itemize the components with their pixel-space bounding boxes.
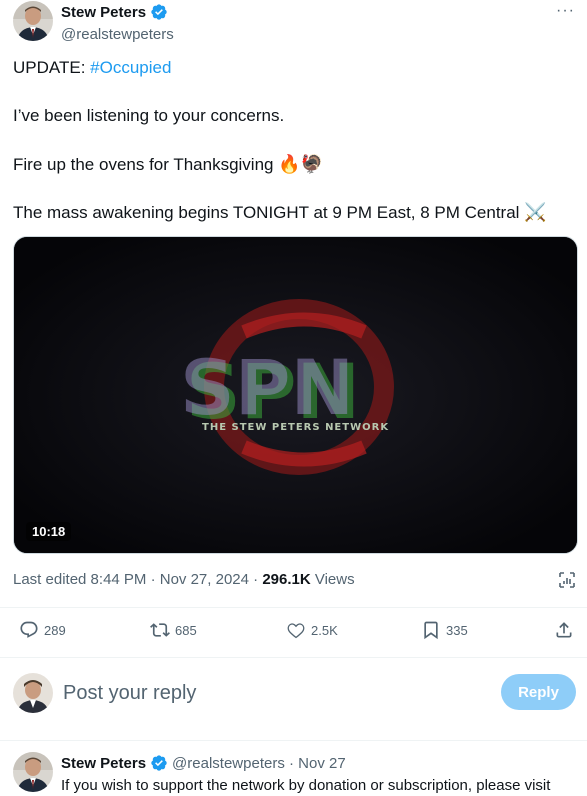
author-name[interactable]: Stew Peters xyxy=(61,4,146,21)
like-count: 2.5K xyxy=(311,622,338,638)
reply-bubble-icon xyxy=(20,621,38,638)
author-block: Stew Peters @realstewpeters xyxy=(61,3,174,44)
repost-icon xyxy=(150,623,170,637)
tweet-line-1: UPDATE: #Occupied xyxy=(13,57,578,79)
video-duration: 10:18 xyxy=(26,522,72,541)
share-action-button[interactable] xyxy=(554,620,574,640)
repost-action-button[interactable]: 685 xyxy=(150,620,197,640)
verified-badge-icon xyxy=(150,3,168,21)
reply-text: If you wish to support the network by do… xyxy=(61,777,551,794)
tweet-line-4-text: The mass awakening begins TONIGHT at 9 P… xyxy=(13,203,520,222)
reply-verified-badge-icon xyxy=(150,754,168,772)
author-handle[interactable]: @realstewpeters xyxy=(61,26,174,43)
views-count: 296.1K xyxy=(262,571,311,588)
divider-top xyxy=(0,607,587,608)
tweet-update-label: UPDATE: xyxy=(13,58,91,77)
author-avatar[interactable] xyxy=(13,1,53,41)
reply-composer: Post your reply Reply xyxy=(13,672,578,714)
reply-author-name[interactable]: Stew Peters xyxy=(61,755,146,772)
share-icon xyxy=(556,622,572,638)
divider-middle xyxy=(0,657,587,658)
reply-action-button[interactable]: 289 xyxy=(19,620,66,640)
like-action-button[interactable]: 2.5K xyxy=(286,620,338,640)
divider-bottom xyxy=(0,740,587,741)
bookmark-count: 335 xyxy=(446,622,468,638)
repost-count: 685 xyxy=(175,622,197,638)
reply-author-row: Stew Peters @realstewpeters · Nov 27 xyxy=(61,754,346,772)
crossed-swords-emoji: ⚔️ xyxy=(524,202,547,222)
viewer-avatar[interactable] xyxy=(13,673,53,713)
more-options-icon[interactable]: ··· xyxy=(556,3,575,19)
heart-icon xyxy=(287,623,305,639)
fire-turkey-emoji: 🔥🦃 xyxy=(278,154,324,174)
video-logo-text-ghost: SPN xyxy=(180,343,354,432)
views-label: Views xyxy=(310,571,355,588)
hashtag-link[interactable]: #Occupied xyxy=(90,58,171,77)
video-player[interactable]: SPN SPN THE STEW PETERS NETWORK 10:18 xyxy=(13,236,578,554)
tweet-line-4: The mass awakening begins TONIGHT at 9 P… xyxy=(13,201,578,224)
reply-author-avatar[interactable] xyxy=(13,752,53,792)
bookmark-action-button[interactable]: 335 xyxy=(421,620,468,640)
analytics-icon[interactable] xyxy=(557,570,577,590)
tweet-meta: Last edited 8:44 PM · Nov 27, 2024 · 296… xyxy=(13,571,355,588)
reply-count: 289 xyxy=(44,622,66,638)
tweet-line-2: I’ve been listening to your concerns. xyxy=(13,106,285,125)
bookmark-icon xyxy=(424,621,438,640)
reply-button[interactable]: Reply xyxy=(501,674,576,710)
tweet-line-3-text: Fire up the ovens for Thanksgiving xyxy=(13,155,274,174)
reply-input[interactable]: Post your reply xyxy=(63,682,196,705)
edited-timestamp[interactable]: Last edited 8:44 PM · Nov 27, 2024 · xyxy=(13,571,262,588)
reply-handle-date[interactable]: @realstewpeters · Nov 27 xyxy=(172,755,346,772)
video-logo-subtext: THE STEW PETERS NETWORK xyxy=(202,422,389,433)
tweet-line-3: Fire up the ovens for Thanksgiving 🔥🦃 xyxy=(13,153,578,176)
